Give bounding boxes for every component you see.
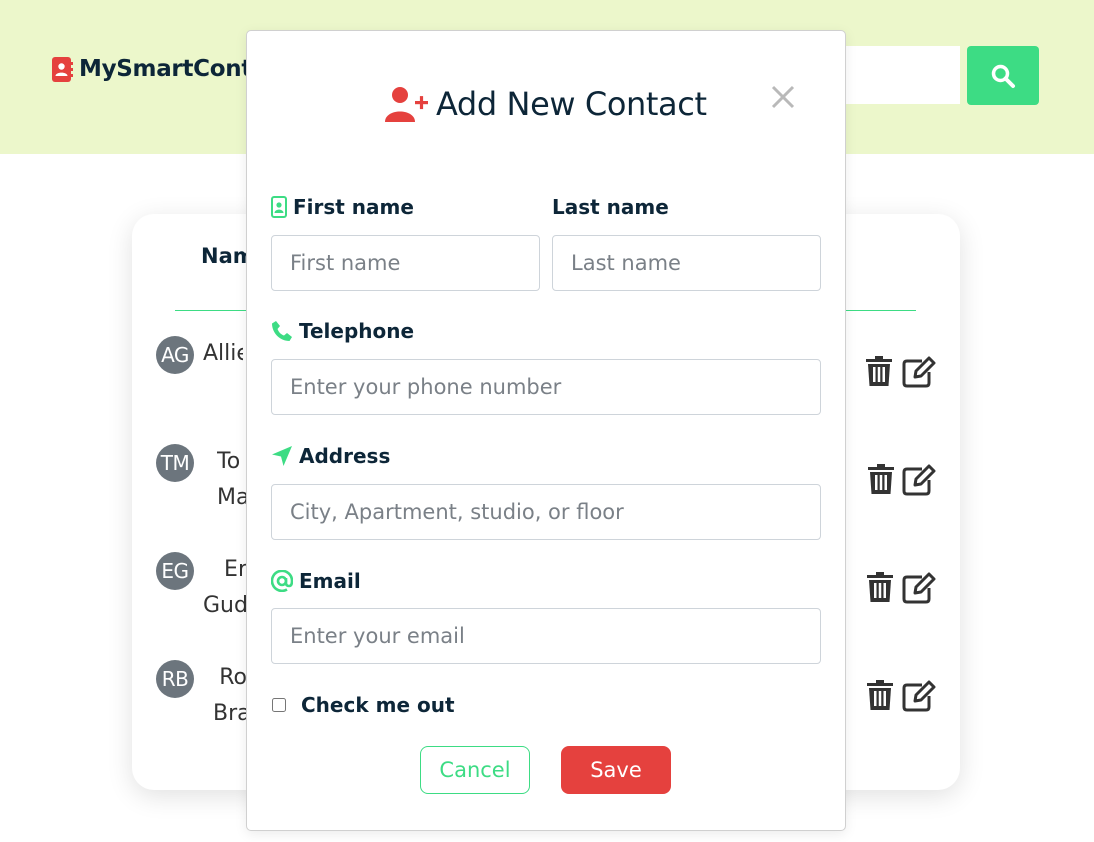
edit-icon[interactable]	[902, 464, 936, 496]
edit-icon[interactable]	[902, 356, 936, 388]
at-sign-icon	[271, 570, 293, 592]
contact-name-line1: Ro	[219, 665, 247, 690]
modal-title: Add New Contact	[436, 85, 707, 123]
contact-name: To Ma	[217, 444, 247, 516]
last-name-label: Last name	[552, 195, 669, 219]
address-input[interactable]	[271, 484, 821, 540]
trash-icon[interactable]	[867, 680, 893, 710]
address-book-icon	[52, 56, 73, 82]
avatar: TM	[156, 444, 194, 482]
contact-name-line1: Er	[224, 557, 247, 582]
search-button[interactable]	[967, 46, 1039, 105]
contact-name: Allie	[203, 336, 243, 372]
brand-logo[interactable]: MySmartConta	[52, 56, 268, 82]
cancel-button[interactable]: Cancel	[420, 746, 530, 794]
first-name-label: First name	[271, 195, 414, 219]
check-me-out-checkbox[interactable]	[272, 698, 286, 712]
modal-header: Add New Contact	[385, 85, 707, 123]
contact-name-line1: Allie	[203, 341, 243, 366]
telephone-label: Telephone	[271, 319, 414, 343]
contact-name-line2: Bra	[213, 701, 247, 726]
id-badge-icon	[271, 196, 287, 218]
telephone-label-text: Telephone	[299, 319, 415, 343]
trash-icon[interactable]	[867, 572, 893, 602]
search-input[interactable]	[838, 46, 960, 104]
edit-icon[interactable]	[902, 572, 936, 604]
close-icon[interactable]	[769, 83, 797, 111]
first-name-input[interactable]	[271, 235, 540, 291]
last-name-label-text: Last name	[552, 195, 669, 219]
search-icon	[991, 64, 1015, 88]
phone-icon	[272, 321, 292, 341]
email-input[interactable]	[271, 608, 821, 664]
check-me-out-row: Check me out	[272, 693, 455, 717]
email-label: Email	[271, 569, 361, 593]
first-name-label-text: First name	[293, 195, 414, 219]
avatar: EG	[156, 552, 194, 590]
telephone-input[interactable]	[271, 359, 821, 415]
contact-name: Er Gud	[203, 552, 247, 624]
address-label-text: Address	[299, 444, 391, 468]
contact-name-line2: Gud	[203, 593, 247, 618]
trash-icon[interactable]	[868, 464, 894, 494]
brand-name: MySmartConta	[79, 56, 268, 82]
edit-icon[interactable]	[902, 680, 936, 712]
last-name-input[interactable]	[552, 235, 821, 291]
address-label: Address	[271, 444, 390, 468]
avatar: AG	[156, 336, 194, 374]
avatar: RB	[156, 660, 194, 698]
location-arrow-icon	[272, 446, 292, 466]
add-contact-modal: Add New Contact First name Last name Tel…	[246, 30, 846, 831]
contact-name-line1: To	[217, 449, 241, 474]
contact-name-line2: Ma	[217, 485, 247, 510]
user-plus-icon	[385, 87, 428, 122]
email-label-text: Email	[299, 569, 361, 593]
contact-name: Ro Bra	[213, 660, 247, 732]
trash-icon[interactable]	[866, 356, 892, 386]
check-me-out-label[interactable]: Check me out	[301, 693, 455, 717]
save-button[interactable]: Save	[561, 746, 671, 794]
